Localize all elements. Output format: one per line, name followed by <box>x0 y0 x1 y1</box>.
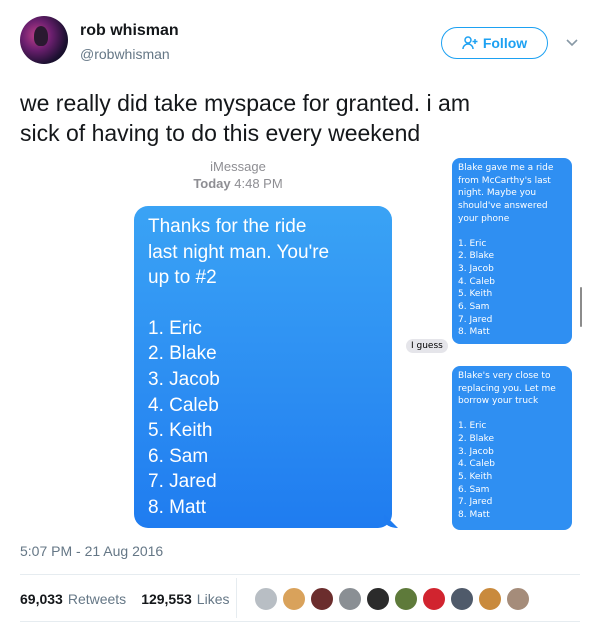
liker-avatar[interactable] <box>506 587 530 611</box>
list-item: 1. Eric <box>458 238 487 249</box>
user-handle[interactable]: @robwhisman <box>80 46 170 62</box>
liker-avatar[interactable] <box>254 587 278 611</box>
list-item: 1. Eric <box>458 421 487 432</box>
liker-avatar[interactable] <box>338 587 362 611</box>
list-item: 8. Matt <box>458 510 490 521</box>
message-line: from McCarthy's last <box>458 175 551 186</box>
ranking-list: 1. Eric 2. Blake 3. Jacob 4. Caleb 5. Keith 6… <box>458 238 566 340</box>
liker-avatar[interactable] <box>282 587 306 611</box>
list-item: 4. Caleb <box>148 394 219 416</box>
message-line: Thanks for the ride <box>148 216 307 237</box>
liker-avatar[interactable] <box>422 587 446 611</box>
scrollbar <box>580 287 582 327</box>
tweet-header: rob whisman @robwhisman Follow <box>20 14 580 70</box>
imessage-time: Today 4:48 PM <box>193 176 283 191</box>
message-text: Blake's very close to replacing you. Let … <box>458 370 566 408</box>
message-text: Blake gave me a ride from McCarthy's last… <box>458 162 566 226</box>
liker-avatar[interactable] <box>478 587 502 611</box>
divider <box>236 578 237 618</box>
ranking-list: 1. Eric 2. Blake 3. Jacob 4. Caleb 5. Keith 6… <box>148 316 378 521</box>
list-item: 7. Jared <box>458 314 493 325</box>
add-user-icon <box>462 36 478 50</box>
follow-label: Follow <box>482 35 528 51</box>
tweet-image[interactable]: iMessage Today 4:48 PM Thanks for the ri… <box>20 152 582 532</box>
list-item: 2. Blake <box>148 343 217 365</box>
screenshot-left: iMessage Today 4:48 PM Thanks for the ri… <box>118 152 408 532</box>
divider <box>20 621 580 622</box>
screenshot-right: Blake gave me a ride from McCarthy's last… <box>396 158 586 538</box>
liker-avatar[interactable] <box>394 587 418 611</box>
list-item: 6. Sam <box>148 445 209 467</box>
list-item: 7. Jared <box>148 471 217 493</box>
list-item: 2. Blake <box>458 433 495 444</box>
list-item: 6. Sam <box>458 484 490 495</box>
message-bubble: Blake gave me a ride from McCarthy's last… <box>452 158 572 344</box>
divider <box>20 574 580 575</box>
list-item: 7. Jared <box>458 497 493 508</box>
list-item: 3. Jacob <box>148 368 220 390</box>
message-line: night. Maybe you <box>458 188 537 199</box>
list-item: 2. Blake <box>458 251 495 262</box>
list-item: 3. Jacob <box>458 446 494 457</box>
message-line: Blake's very close to <box>458 371 551 381</box>
list-item: 8. Matt <box>148 496 207 518</box>
follow-button[interactable]: Follow <box>441 27 548 59</box>
message-line: last night man. You're <box>148 241 330 263</box>
list-item: 3. Jacob <box>458 263 494 274</box>
message-line: replacing you. Let me <box>458 383 556 394</box>
reply-bubble: I guess <box>406 339 448 353</box>
message-bubble: Blake's very close to replacing you. Let … <box>452 366 572 530</box>
message-line: Blake gave me a ride <box>458 163 554 173</box>
imessage-header: iMessage Today 4:48 PM <box>118 158 358 192</box>
avatar[interactable] <box>20 16 68 64</box>
list-item: 1. Eric <box>148 317 202 339</box>
retweets-stat[interactable]: 69,033 Retweets <box>20 591 126 607</box>
chevron-down-icon[interactable] <box>564 34 580 50</box>
list-item: 4. Caleb <box>458 459 495 470</box>
message-line: should've answered <box>458 201 548 212</box>
message-line: your phone <box>458 213 510 224</box>
list-item: 6. Sam <box>458 302 490 313</box>
list-item: 5. Keith <box>148 420 213 442</box>
list-item: 5. Keith <box>458 471 493 482</box>
message-line: borrow your truck <box>458 396 539 407</box>
imessage-title: iMessage <box>210 159 266 174</box>
liker-avatar[interactable] <box>310 587 334 611</box>
tweet-line: sick of having to do this every weekend <box>20 120 421 146</box>
tweet-timestamp[interactable]: 5:07 PM - 21 Aug 2016 <box>20 543 163 559</box>
list-item: 4. Caleb <box>458 276 495 287</box>
tweet-text: we really did take myspace for granted. … <box>20 88 580 148</box>
list-item: 8. Matt <box>458 327 490 338</box>
message-bubble: Thanks for the ride last night man. You'r… <box>134 206 392 528</box>
list-item: 5. Keith <box>458 289 493 300</box>
tweet-stats: 69,033 Retweets 129,553 Likes <box>20 586 244 612</box>
message-line: up to #2 <box>148 267 217 289</box>
liker-avatar[interactable] <box>366 587 390 611</box>
liker-avatars <box>254 587 530 611</box>
tweet-line: we really did take myspace for granted. … <box>20 90 470 116</box>
user-name[interactable]: rob whisman <box>80 22 179 40</box>
message-intro: Thanks for the ride last night man. You'r… <box>148 214 378 291</box>
likes-stat[interactable]: 129,553 Likes <box>141 591 229 607</box>
ranking-list: 1. Eric 2. Blake 3. Jacob 4. Caleb 5. Keith 6… <box>458 420 566 522</box>
liker-avatar[interactable] <box>450 587 474 611</box>
